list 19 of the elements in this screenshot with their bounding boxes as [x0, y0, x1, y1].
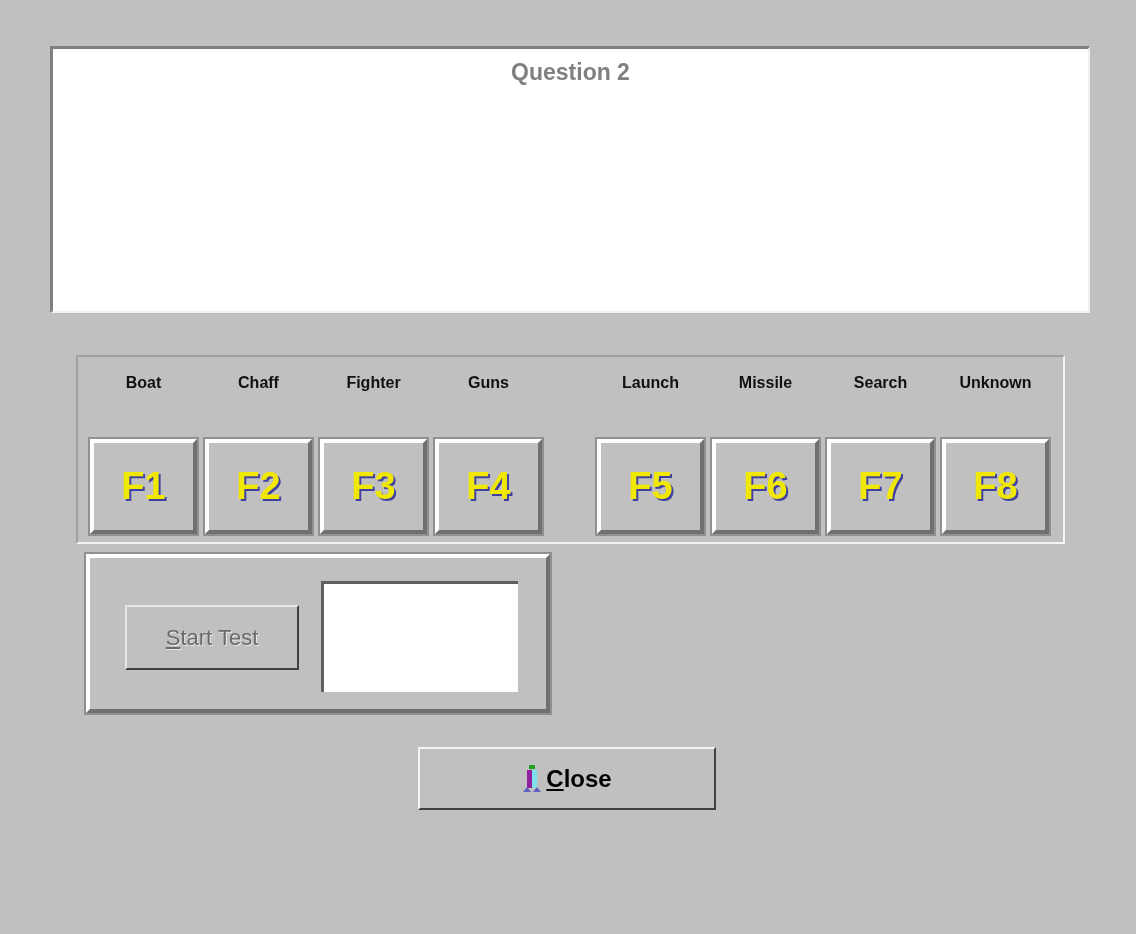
- function-key-button[interactable]: F8: [942, 439, 1049, 534]
- key-label: Search: [853, 373, 908, 393]
- function-key-button[interactable]: F1: [90, 439, 197, 534]
- key-label: Guns: [468, 373, 509, 393]
- function-key-button[interactable]: F5: [597, 439, 704, 534]
- function-key-button[interactable]: F7: [827, 439, 934, 534]
- person-icon: [522, 764, 543, 793]
- close-button[interactable]: Close: [418, 747, 716, 810]
- key-label: Boat: [125, 373, 162, 393]
- key-label: Chaff: [238, 373, 279, 393]
- key-label: Unknown: [959, 373, 1032, 393]
- function-key-button[interactable]: F6: [712, 439, 819, 534]
- function-key-button[interactable]: F4: [435, 439, 542, 534]
- key-label: Fighter: [346, 373, 401, 393]
- question-title: Question 2: [510, 58, 631, 87]
- key-label: Launch: [622, 373, 679, 393]
- key-label: Missile: [738, 373, 793, 393]
- function-key-button[interactable]: F3: [320, 439, 427, 534]
- function-key-button[interactable]: F2: [205, 439, 312, 534]
